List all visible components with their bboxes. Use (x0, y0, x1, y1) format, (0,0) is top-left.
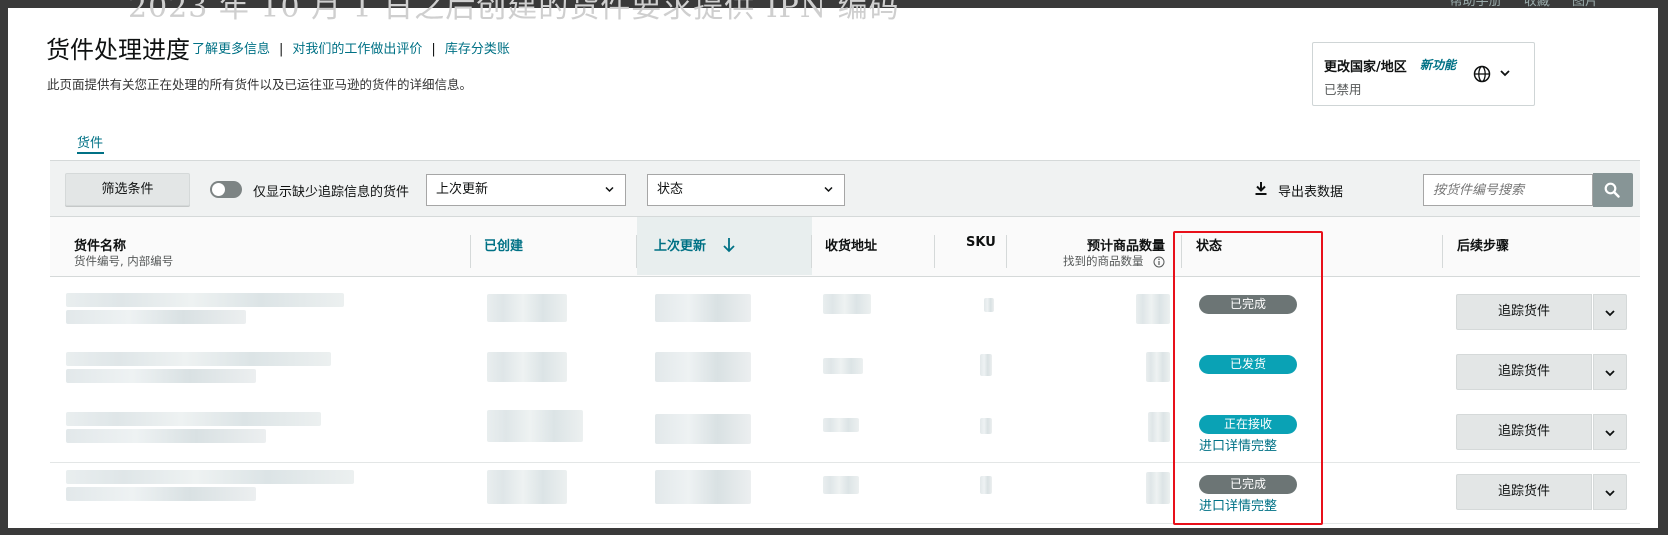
chevron-down-icon (1605, 310, 1615, 317)
country-switcher-status: 已禁用 (1324, 82, 1362, 97)
redacted-quantity (1146, 472, 1170, 504)
background-link: 帮助手册 (1449, 0, 1502, 9)
missing-tracking-label: 仅显示缺少追踪信息的货件 (253, 185, 410, 200)
country-switcher[interactable]: 更改国家/地区 新功能 已禁用 (1312, 42, 1535, 106)
chevron-down-icon (605, 186, 614, 193)
chevron-down-icon (1605, 490, 1615, 497)
track-shipment-dropdown[interactable] (1593, 354, 1627, 390)
column-divider (1442, 235, 1443, 268)
redacted-shipment-name (66, 470, 354, 484)
redacted-updated-date (655, 352, 751, 382)
redacted-shipment-name (66, 412, 321, 426)
column-subheader-quantity: 找到的商品数量 (1063, 254, 1144, 268)
redacted-created-date (487, 294, 567, 322)
status-column-highlight-box (1173, 231, 1323, 525)
country-switcher-title: 更改国家/地区 (1324, 60, 1407, 75)
background-heading: 2023 年 10 月 1 日之后创建的货件要求提供 IPN 编码 (128, 0, 900, 25)
background-links: 帮助手册 收藏 图片 (1432, 0, 1598, 9)
chevron-down-icon[interactable] (1499, 67, 1511, 79)
status-select[interactable]: 状态 (647, 174, 845, 206)
toggle-knob (212, 183, 225, 196)
redacted-address (823, 358, 863, 374)
column-header-sku[interactable]: SKU (966, 235, 996, 250)
track-shipment-dropdown[interactable] (1593, 294, 1627, 330)
track-shipment-dropdown[interactable] (1593, 414, 1627, 450)
redacted-created-date (487, 470, 567, 504)
redacted-address (823, 476, 859, 494)
learn-more-link[interactable]: 了解更多信息 (192, 42, 270, 57)
active-tab-indicator (77, 152, 104, 154)
redacted-updated-date (655, 294, 751, 322)
column-header-name[interactable]: 货件名称 (74, 235, 126, 254)
track-shipment-dropdown[interactable] (1593, 474, 1627, 510)
redacted-shipment-id (66, 487, 256, 501)
redacted-shipment-id (66, 310, 246, 324)
globe-icon[interactable] (1473, 65, 1491, 83)
column-header-created[interactable]: 已创建 (484, 235, 523, 254)
chevron-down-icon (1605, 430, 1615, 437)
sort-select-value: 上次更新 (436, 182, 489, 197)
header-links: 了解更多信息 | 对我们的工作做出评价 | 库存分类账 (192, 42, 510, 57)
redacted-created-date (487, 352, 567, 382)
column-header-quantity[interactable]: 预计商品数量 (1087, 235, 1165, 254)
chevron-down-icon (1605, 370, 1615, 377)
redacted-address (823, 418, 859, 432)
filter-button[interactable]: 筛选条件 (65, 173, 190, 206)
redacted-updated-date (655, 470, 751, 504)
feedback-link[interactable]: 对我们的工作做出评价 (292, 42, 422, 57)
column-divider (1006, 235, 1007, 268)
redacted-created-date (487, 410, 583, 442)
redacted-quantity (1146, 352, 1170, 382)
track-shipment-button[interactable]: 追踪货件 (1456, 474, 1592, 510)
search-icon (1604, 182, 1620, 198)
missing-tracking-toggle[interactable] (210, 181, 242, 198)
background-link: 图片 (1571, 0, 1598, 9)
column-header-next-steps: 后续步骤 (1457, 239, 1510, 254)
redacted-shipment-name (66, 293, 344, 307)
export-table-button[interactable]: 导出表数据 (1278, 181, 1343, 200)
redacted-shipment-name (66, 352, 331, 366)
redacted-address (823, 294, 871, 314)
column-divider (470, 235, 471, 268)
new-feature-label: 新功能 (1420, 58, 1457, 72)
status-select-value: 状态 (657, 182, 684, 197)
redacted-updated-date (655, 414, 751, 444)
track-shipment-button[interactable]: 追踪货件 (1456, 294, 1592, 330)
redacted-quantity (1136, 294, 1170, 324)
column-divider (934, 235, 935, 268)
background-link: 收藏 (1523, 0, 1550, 9)
chevron-down-icon (824, 186, 833, 193)
search-button[interactable] (1593, 173, 1633, 207)
redacted-sku (980, 476, 992, 494)
redacted-shipment-id (66, 369, 256, 383)
redacted-sku (984, 298, 994, 312)
column-divider (636, 235, 637, 268)
redacted-shipment-id (66, 429, 266, 443)
sort-select[interactable]: 上次更新 (426, 174, 626, 206)
redacted-sku (980, 354, 992, 376)
inventory-ledger-link[interactable]: 库存分类账 (445, 42, 510, 57)
column-subheader-name: 货件编号, 内部编号 (74, 254, 174, 268)
arrow-down-icon[interactable] (722, 237, 736, 253)
redacted-quantity (1148, 412, 1170, 442)
column-divider (811, 235, 812, 268)
redacted-sku (980, 418, 992, 434)
info-icon[interactable] (1153, 256, 1165, 268)
column-header-address[interactable]: 收货地址 (825, 235, 877, 254)
page-description: 此页面提供有关您正在处理的所有货件以及已运往亚马逊的货件的详细信息。 (47, 77, 473, 92)
track-shipment-button[interactable]: 追踪货件 (1456, 414, 1592, 450)
page-title: 货件处理进度 (46, 36, 190, 64)
column-header-updated[interactable]: 上次更新 (654, 235, 706, 254)
download-icon[interactable] (1254, 181, 1268, 196)
shipment-search-input[interactable] (1423, 174, 1593, 206)
track-shipment-button[interactable]: 追踪货件 (1456, 354, 1592, 390)
tab-shipments[interactable]: 货件 (77, 132, 103, 151)
